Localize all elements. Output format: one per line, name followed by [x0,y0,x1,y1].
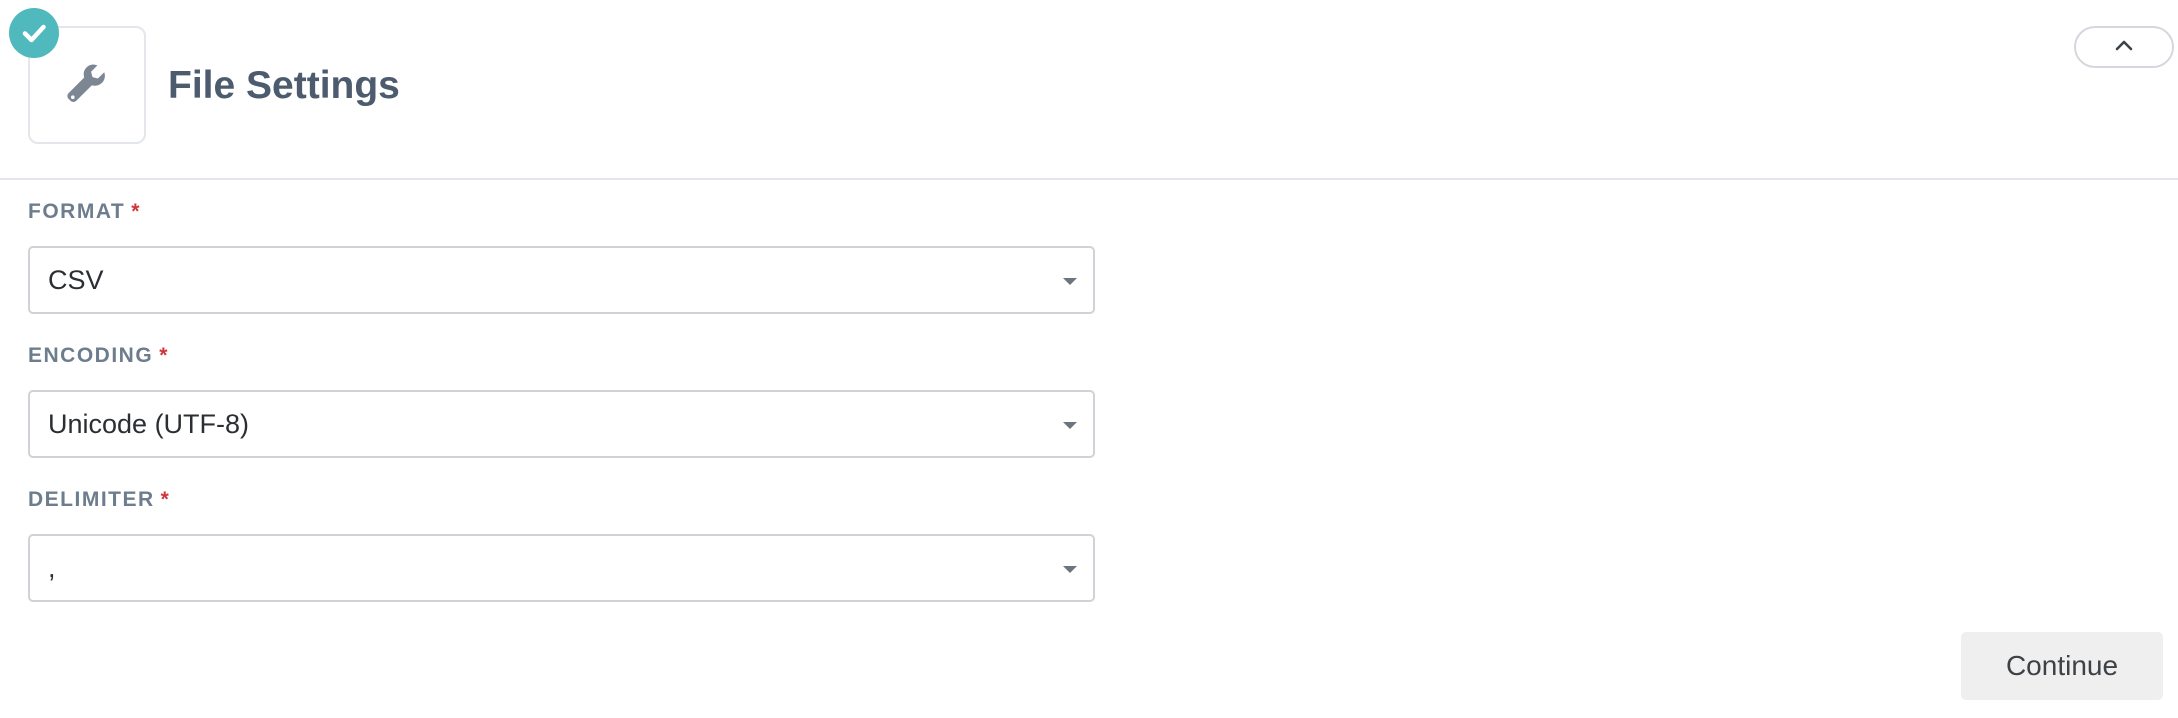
encoding-label: ENCODING * [28,344,169,368]
chevron-up-icon [2114,38,2134,57]
encoding-select[interactable]: Unicode (UTF-8) [28,390,1095,458]
caret-down-icon [1063,422,1077,429]
checkmark-icon [9,8,59,58]
panel-header: File Settings [0,0,2178,180]
required-marker: * [160,488,171,511]
required-marker: * [131,200,141,223]
encoding-label-text: ENCODING [28,344,154,367]
format-label: FORMAT * [28,200,141,224]
page-title: File Settings [168,64,400,107]
delimiter-label: DELIMITER * [28,488,170,512]
encoding-value: Unicode (UTF-8) [48,409,250,439]
caret-down-icon [1063,278,1077,285]
delimiter-select[interactable]: , [28,534,1095,602]
format-label-text: FORMAT [28,200,126,223]
caret-down-icon [1063,566,1077,573]
required-marker: * [159,344,169,367]
continue-button[interactable]: Continue [1961,632,2163,700]
collapse-button[interactable] [2074,26,2174,68]
format-select[interactable]: CSV [28,246,1095,314]
format-value: CSV [48,265,104,295]
delimiter-value: , [48,553,56,583]
wrench-icon [63,59,111,112]
delimiter-label-text: DELIMITER [28,488,155,511]
